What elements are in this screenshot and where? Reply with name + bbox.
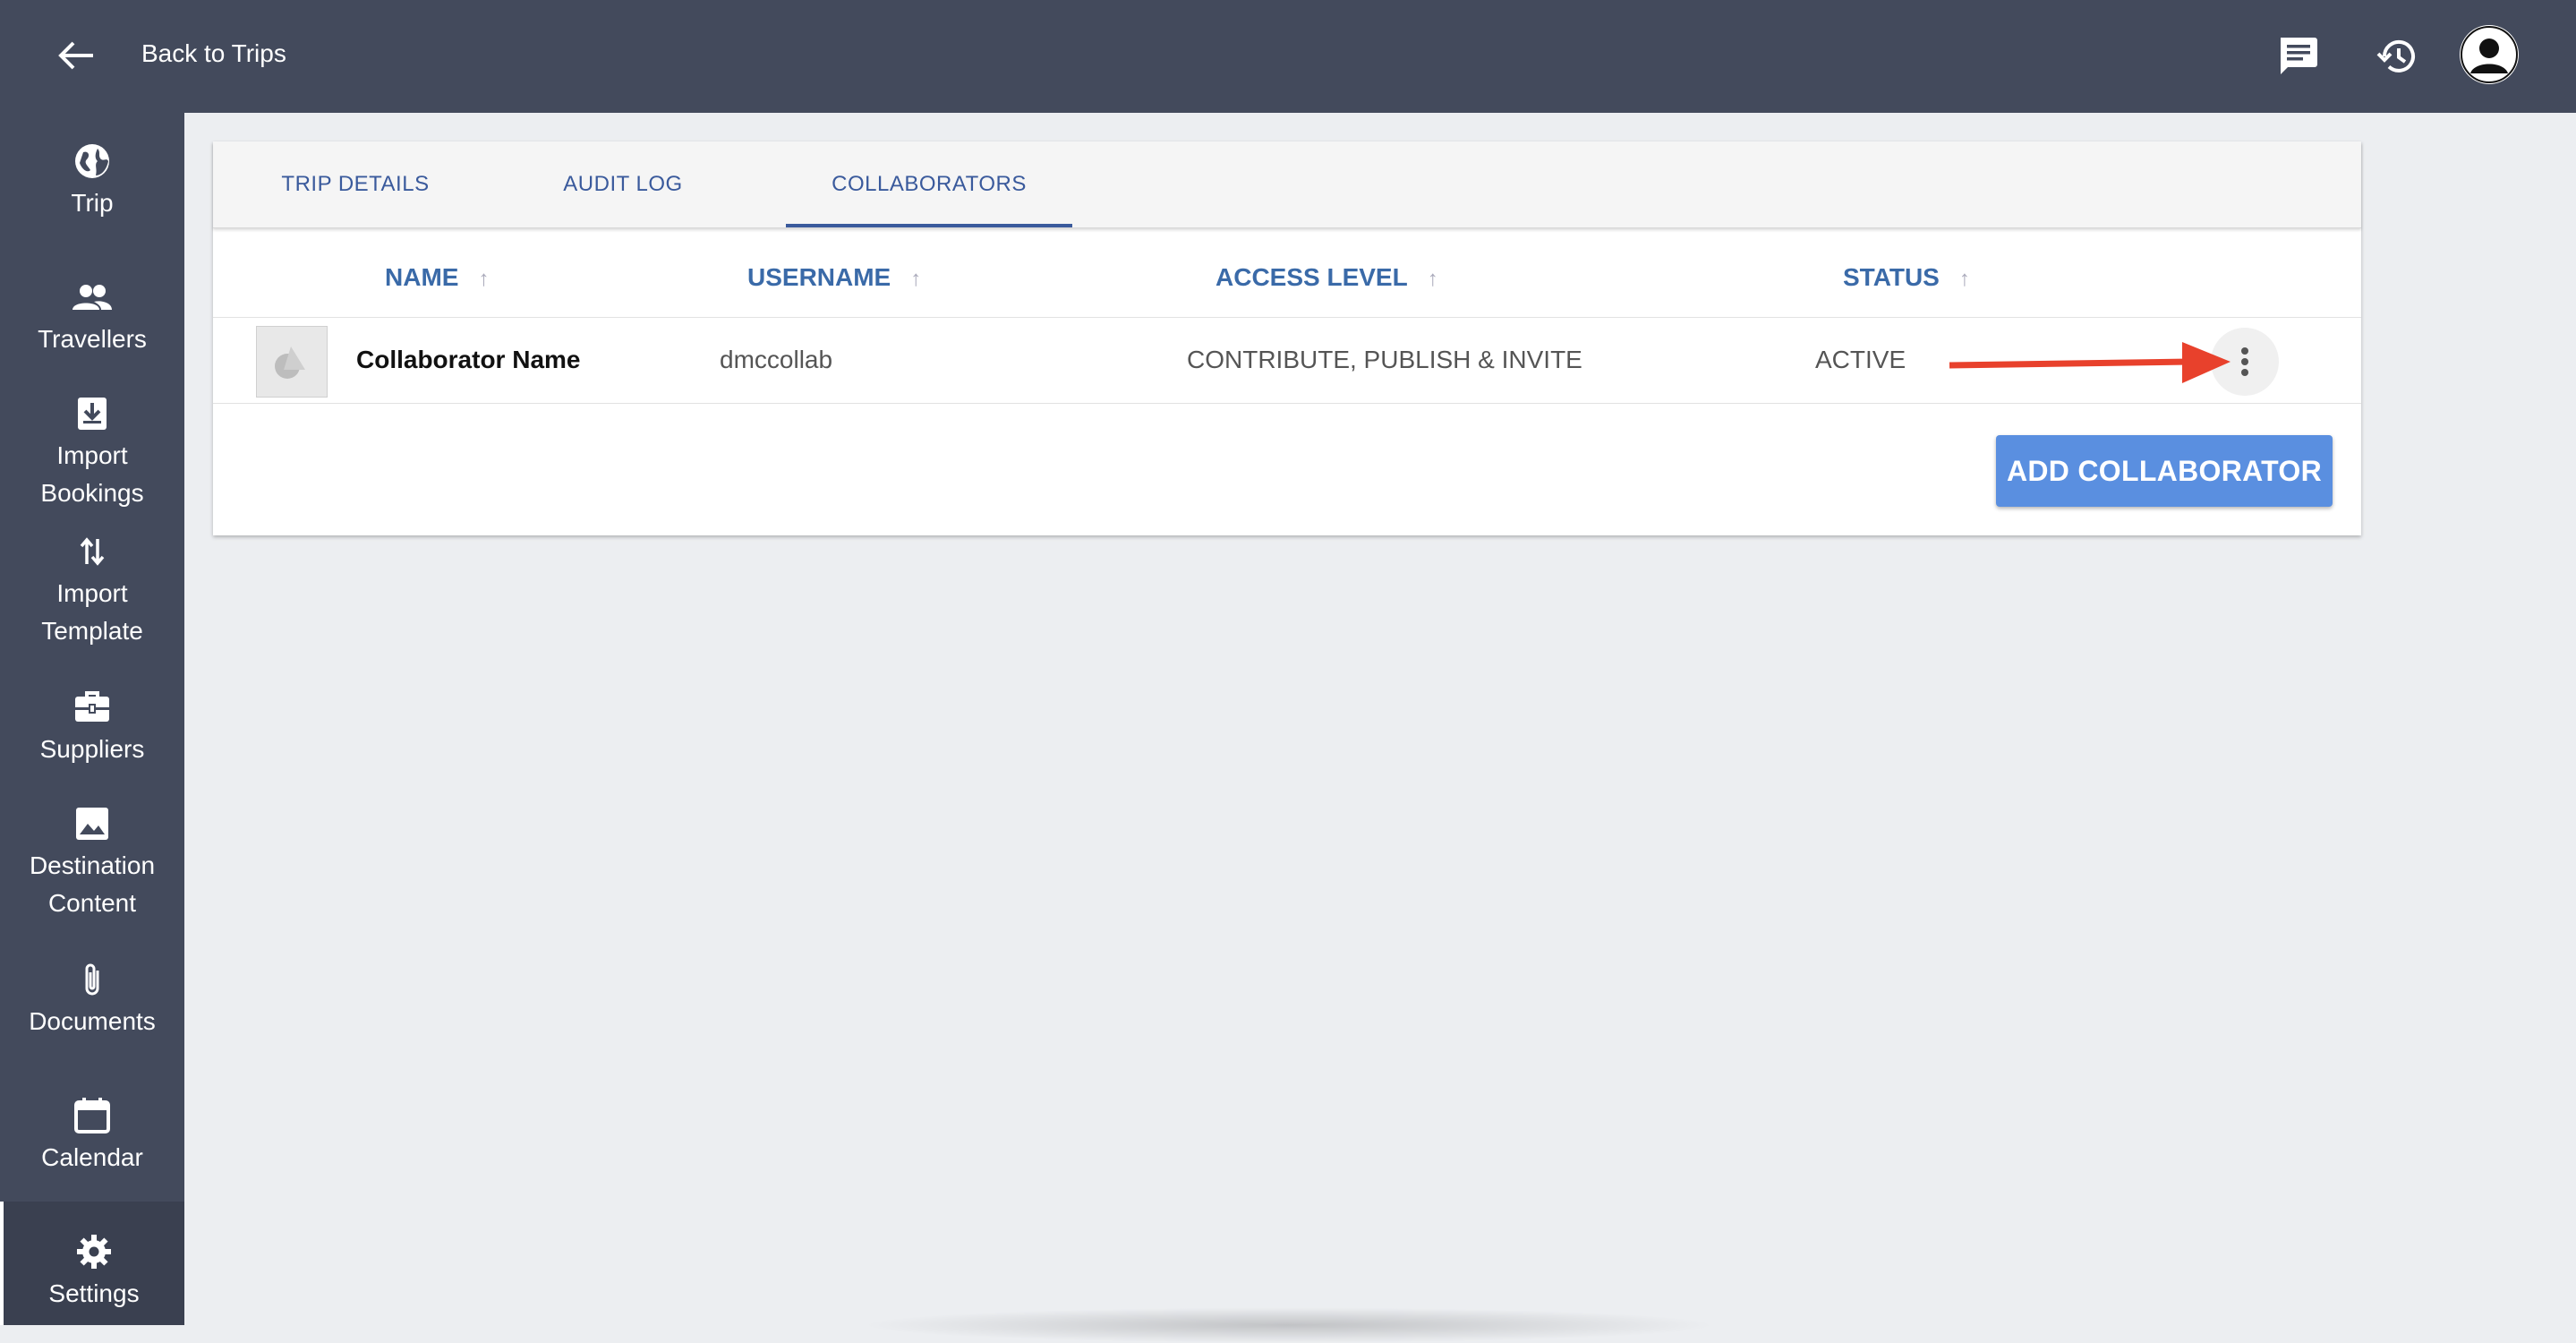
add-collaborator-button[interactable]: ADD COLLABORATOR	[1996, 435, 2333, 507]
collaborator-username: dmccollab	[720, 346, 833, 373]
tab-trip-details[interactable]: TRIP DETAILS	[252, 141, 458, 227]
sidebar-item-label: Import Template	[41, 579, 143, 645]
column-header-label: USERNAME	[747, 263, 891, 291]
sort-arrow-icon[interactable]: ↑	[1959, 267, 1970, 291]
sidebar-item-label: Suppliers	[39, 735, 145, 763]
sidebar-item-travellers[interactable]: Travellers	[0, 276, 184, 358]
image-icon	[76, 808, 108, 840]
paperclip-icon	[85, 963, 99, 996]
sidebar-item-documents[interactable]: Documents	[0, 958, 184, 1040]
collaborator-avatar	[256, 326, 328, 398]
header-divider	[213, 317, 2361, 318]
sidebar-item-label: Travellers	[38, 325, 147, 353]
annotation-arrow-icon	[1949, 342, 2231, 383]
collaborator-name: Collaborator Name	[356, 346, 581, 373]
column-header-label: STATUS	[1843, 263, 1940, 291]
chat-icon[interactable]	[2273, 32, 2322, 81]
sidebar-item-import-template[interactable]: Import Template	[0, 530, 184, 650]
tab-collaborators[interactable]: COLLABORATORS	[786, 141, 1072, 227]
column-header-label: NAME	[385, 263, 459, 291]
row-divider	[213, 403, 2361, 404]
sidebar-item-label: Import Bookings	[40, 441, 144, 507]
calendar-icon	[74, 1098, 110, 1133]
collaborator-access-level: CONTRIBUTE, PUBLISH & INVITE	[1187, 346, 1582, 373]
column-header-label: ACCESS LEVEL	[1215, 263, 1408, 291]
sidebar: Trip Travellers Import Bookings Import T…	[0, 113, 184, 1325]
top-bar: Back to Trips	[0, 0, 2576, 113]
tab-audit-log[interactable]: AUDIT LOG	[544, 141, 702, 227]
sort-arrow-icon[interactable]: ↑	[478, 267, 489, 291]
download-box-icon	[78, 398, 107, 430]
sidebar-item-label: Trip	[71, 189, 114, 217]
back-arrow-icon[interactable]	[52, 34, 102, 77]
sidebar-item-destination-content[interactable]: Destination Content	[0, 802, 184, 922]
swap-vertical-icon	[80, 537, 105, 566]
sort-arrow-icon[interactable]: ↑	[1428, 267, 1438, 291]
sidebar-item-suppliers[interactable]: Suppliers	[0, 686, 184, 768]
sidebar-item-trip[interactable]: Trip	[0, 140, 184, 222]
sort-arrow-icon[interactable]: ↑	[910, 267, 921, 291]
column-header-username[interactable]: USERNAME ↑	[747, 256, 921, 299]
back-to-trips-link[interactable]: Back to Trips	[141, 39, 286, 68]
bottom-shadow	[859, 1307, 1719, 1343]
briefcase-icon	[75, 691, 109, 722]
sidebar-item-settings[interactable]: Settings	[0, 1202, 184, 1325]
user-avatar[interactable]	[2460, 25, 2519, 84]
sidebar-item-label: Calendar	[41, 1143, 143, 1171]
globe-icon	[75, 144, 109, 178]
column-header-access-level[interactable]: ACCESS LEVEL ↑	[1215, 256, 1438, 299]
sidebar-item-import-bookings[interactable]: Import Bookings	[0, 392, 184, 512]
gear-icon	[77, 1235, 111, 1269]
sidebar-item-label: Documents	[29, 1007, 156, 1035]
history-icon[interactable]	[2374, 32, 2422, 81]
column-header-status[interactable]: STATUS ↑	[1843, 256, 1970, 299]
sidebar-item-label: Settings	[48, 1279, 140, 1307]
sidebar-item-label: Destination Content	[29, 851, 156, 917]
column-header-name[interactable]: NAME ↑	[385, 256, 489, 299]
people-icon	[73, 285, 112, 310]
collaborator-status: ACTIVE	[1815, 346, 1906, 373]
sidebar-item-calendar[interactable]: Calendar	[0, 1094, 184, 1176]
tab-bar: TRIP DETAILS AUDIT LOG COLLABORATORS	[213, 141, 2361, 228]
